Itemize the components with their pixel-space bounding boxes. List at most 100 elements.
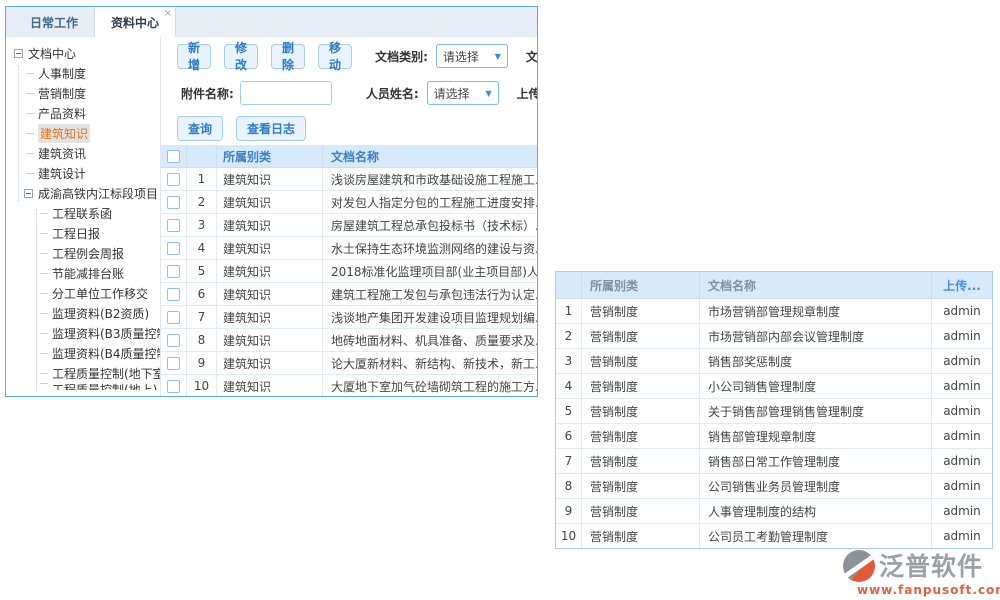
table-row[interactable]: 9 营销制度 人事管理制度的结构 admin <box>556 499 992 524</box>
row-checkbox[interactable] <box>167 380 180 393</box>
table-row[interactable]: 1 建筑知识 浅谈房屋建筑和市政基础设施工程施工... <box>161 168 537 191</box>
doc-category-select[interactable]: 请选择 ▼ <box>436 44 508 68</box>
tree-item-label: 工程日报 <box>52 225 100 242</box>
row-index: 7 <box>556 449 582 473</box>
tree-item-document-center[interactable]: 文档中心 <box>6 43 160 63</box>
collapse-icon[interactable] <box>14 49 23 58</box>
tree-item-quality-control-basement[interactable]: 工程质量控制(地下室) <box>6 363 160 383</box>
row-checkbox[interactable] <box>167 196 180 209</box>
table-row[interactable]: 10 营销制度 公司员工考勤管理制度 admin <box>556 524 992 549</box>
tree-item-label: 监理资料(B2资质) <box>52 305 149 322</box>
close-icon[interactable]: × <box>164 8 172 19</box>
table-row[interactable]: 4 营销制度 小公司销售管理制度 admin <box>556 374 992 399</box>
view-log-button[interactable]: 查看日志 <box>236 116 306 141</box>
tree-item-construction-design[interactable]: 建筑设计 <box>6 163 160 183</box>
row-category: 建筑知识 <box>217 306 323 328</box>
tree-item-hr-policy[interactable]: 人事制度 <box>6 63 160 83</box>
tree-item-supervision-b3[interactable]: 监理资料(B3质量控制) <box>6 323 160 343</box>
row-doc-name: 公司员工考勤管理制度 <box>700 524 932 548</box>
tree-item-marketing-policy[interactable]: 营销制度 <box>6 83 160 103</box>
tree-connector <box>40 233 48 234</box>
tree-item-label: 产品资料 <box>38 105 86 122</box>
tree-item-product-data[interactable]: 产品资料 <box>6 103 160 123</box>
row-checkbox[interactable] <box>167 173 180 186</box>
select-all-checkbox[interactable] <box>167 150 180 163</box>
tree-connector <box>26 153 34 154</box>
add-button[interactable]: 新增 <box>177 44 211 69</box>
doc-category-label: 文档类别: <box>375 48 428 65</box>
row-index: 10 <box>556 524 582 548</box>
row-category: 营销制度 <box>582 449 700 473</box>
query-button[interactable]: 查询 <box>177 116 223 141</box>
row-checkbox[interactable] <box>167 242 180 255</box>
table-row[interactable]: 7 建筑知识 浅谈地产集团开发建设项目监理规划编... <box>161 306 537 329</box>
table-row[interactable]: 2 建筑知识 对发包人指定分包的工程施工进度安排... <box>161 191 537 214</box>
row-index: 1 <box>187 168 217 190</box>
row-category: 建筑知识 <box>217 283 323 305</box>
tree-item-energy-saving-ledger[interactable]: 节能减排台账 <box>6 263 160 283</box>
table-row[interactable]: 1 营销制度 市场营销部管理规章制度 admin <box>556 299 992 324</box>
row-category: 建筑知识 <box>217 237 323 259</box>
tab-data-center[interactable]: 资料中心 × <box>94 7 176 37</box>
tree-item-supervision-b4[interactable]: 监理资料(B4质量控制) <box>6 343 160 363</box>
tree-item-project-daily-report[interactable]: 工程日报 <box>6 223 160 243</box>
tab-bar: 日常工作 资料中心 × <box>6 7 537 37</box>
row-checkbox[interactable] <box>167 219 180 232</box>
table-row[interactable]: 2 营销制度 市场营销部内部会议管理制度 admin <box>556 324 992 349</box>
table-row[interactable]: 8 建筑知识 地砖地面材料、机具准备、质量要求及... <box>161 329 537 352</box>
table-row[interactable]: 4 建筑知识 水土保持生态环境监测网络的建设与资... <box>161 237 537 260</box>
row-category: 营销制度 <box>582 349 700 373</box>
tree-item-construction-knowledge[interactable]: 建筑知识 <box>6 123 160 143</box>
table-row[interactable]: 3 建筑知识 房屋建筑工程总承包投标书（技术标）... <box>161 214 537 237</box>
delete-button[interactable]: 删除 <box>271 44 305 69</box>
row-checkbox[interactable] <box>167 334 180 347</box>
row-index: 3 <box>187 214 217 236</box>
row-doc-name: 水土保持生态环境监测网络的建设与资... <box>323 240 537 257</box>
row-uploader: admin <box>932 329 992 343</box>
tree-item-chengyu-rail-project[interactable]: 成渝高铁内江标段项目 <box>6 183 160 203</box>
row-index: 5 <box>187 260 217 282</box>
table-row[interactable]: 5 建筑知识 2018标准化监理项目部(业主项目部)人员... <box>161 260 537 283</box>
tree-item-label: 分工单位工作移交 <box>52 285 148 302</box>
row-checkbox[interactable] <box>167 288 180 301</box>
action-toolbar: 新增 修改 删除 移动 文档类别: 请选择 ▼ 文档 <box>161 37 537 75</box>
row-category: 营销制度 <box>582 474 700 498</box>
tree-item-label: 工程质量控制(地上) <box>52 383 157 390</box>
table-row[interactable]: 5 营销制度 关于销售部管理销售管理制度 admin <box>556 399 992 424</box>
tree-item-weekly-meeting[interactable]: 工程例会周报 <box>6 243 160 263</box>
tree-item-work-transfer[interactable]: 分工单位工作移交 <box>6 283 160 303</box>
row-checkbox[interactable] <box>167 357 180 370</box>
table-row[interactable]: 9 建筑知识 论大厦新材料、新结构、新技术，新工... <box>161 352 537 375</box>
table-row[interactable]: 6 营销制度 销售部管理规章制度 admin <box>556 424 992 449</box>
move-button[interactable]: 移动 <box>318 44 352 69</box>
row-category: 建筑知识 <box>217 168 323 190</box>
chevron-down-icon: ▼ <box>485 89 491 98</box>
document-tree: 文档中心 人事制度 营销制度 产品资料 建筑知识 <box>6 37 161 396</box>
table-row[interactable]: 10 建筑知识 大厦地下室加气砼墙砌筑工程的施工方... <box>161 375 537 396</box>
tree-item-partial[interactable]: 工程质量控制(地上) <box>6 383 160 390</box>
tree-connector <box>26 133 34 134</box>
table-row[interactable]: 3 营销制度 销售部奖惩制度 admin <box>556 349 992 374</box>
collapse-icon[interactable] <box>24 189 33 198</box>
tree-item-construction-news[interactable]: 建筑资讯 <box>6 143 160 163</box>
attachment-name-input[interactable] <box>240 81 332 105</box>
fanpu-logo: 泛普软件 www.fanpusoft.com <box>843 550 1000 597</box>
table-row[interactable]: 8 营销制度 公司销售业务员管理制度 admin <box>556 474 992 499</box>
document-list-area: 新增 修改 删除 移动 文档类别: 请选择 ▼ 文档 附件名称: 人员姓名: <box>161 37 537 396</box>
tree-item-project-contact-letter[interactable]: 工程联系函 <box>6 203 160 223</box>
row-checkbox[interactable] <box>167 265 180 278</box>
row-index: 9 <box>556 499 582 523</box>
row-doc-name: 销售部日常工作管理制度 <box>700 449 932 473</box>
person-name-select[interactable]: 请选择 ▼ <box>427 81 499 105</box>
tree-item-supervision-b2[interactable]: 监理资料(B2资质) <box>6 303 160 323</box>
tree-connector <box>40 253 48 254</box>
tab-daily-work[interactable]: 日常工作 <box>14 7 94 37</box>
attachment-name-label: 附件名称: <box>181 85 234 102</box>
row-checkbox[interactable] <box>167 311 180 324</box>
row-category: 建筑知识 <box>217 214 323 236</box>
edit-button[interactable]: 修改 <box>224 44 258 69</box>
table-row[interactable]: 6 建筑知识 建筑工程施工发包与承包违法行为认定... <box>161 283 537 306</box>
row-index: 4 <box>187 237 217 259</box>
query-toolbar: 查询 查看日志 <box>161 111 537 145</box>
table-row[interactable]: 7 营销制度 销售部日常工作管理制度 admin <box>556 449 992 474</box>
